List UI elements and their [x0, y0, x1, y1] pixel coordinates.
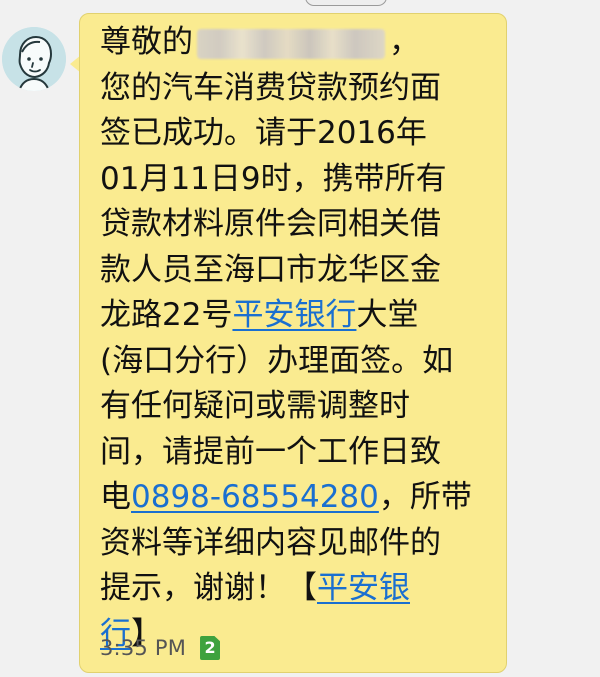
bank-signature-link-part-1[interactable]: 平安银	[317, 570, 410, 606]
message-line-5: 贷款材料原件会同相关借	[100, 206, 441, 242]
phone-prefix-text: 电	[100, 479, 131, 515]
bank-name-link[interactable]: 平安银行	[232, 297, 356, 333]
closing-text: 提示，谢谢！【	[100, 570, 317, 606]
greeting-punctuation: ，	[389, 24, 420, 60]
message-line-9: 有任何疑问或需调整时	[100, 388, 410, 424]
message-line-2: 您的汽车消费贷款预约面	[100, 69, 441, 106]
message-line-1: 尊敬的 ，	[100, 20, 486, 66]
message-line-6: 款人员至海口市龙华区金	[100, 251, 441, 288]
message-line-10: 间，请提前一个工作日致	[100, 433, 441, 470]
greeting-text: 尊敬的	[100, 24, 193, 60]
default-contact-avatar-icon	[2, 27, 66, 91]
message-line-8: (海口分行）办理面签。如	[100, 342, 454, 379]
sim-card-icon: 2	[200, 636, 221, 660]
message-body[interactable]: 尊敬的 ， 您的汽车消费贷款预约面 签已成功。请于2016年 01月11日9时，携…	[100, 20, 486, 657]
redacted-recipient-name	[197, 28, 385, 59]
message-line-12: 资料等详细内容见邮件的	[100, 524, 441, 561]
message-line-11: 电0898-68554280，所带	[100, 475, 486, 521]
message-line-13: 提示，谢谢！【平安银	[100, 566, 486, 612]
previous-message-edge	[305, 0, 387, 6]
phone-suffix-text: ，所带	[378, 479, 472, 515]
message-meta: 3:35 PM 2	[100, 632, 221, 664]
message-timestamp: 3:35 PM	[100, 636, 187, 660]
contact-avatar[interactable]	[2, 27, 66, 91]
message-line-7: 龙路22号平安银行大堂	[100, 293, 486, 339]
message-line-3: 签已成功。请于2016年	[100, 115, 427, 151]
address-text: 龙路22号	[100, 297, 233, 333]
phone-number-link[interactable]: 0898-68554280	[131, 479, 379, 515]
message-line-4: 01月11日9时，携带所有	[100, 160, 447, 197]
address-text-end: 大堂	[356, 297, 419, 333]
